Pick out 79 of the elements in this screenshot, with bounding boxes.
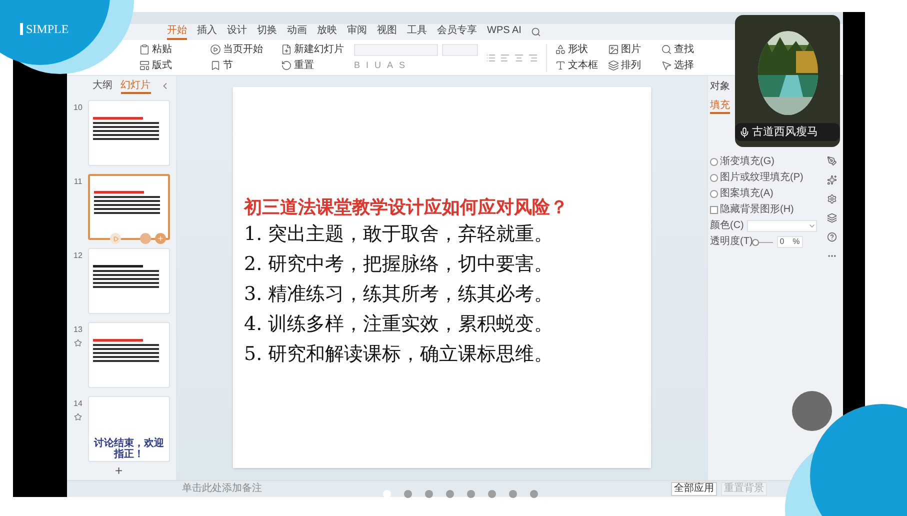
layout-icon [139,60,150,71]
play-icon[interactable] [110,233,121,244]
menu-tab[interactable]: 放映 [317,24,337,40]
ribbon-button[interactable]: 选择 [659,60,706,72]
hide-background-checkbox[interactable]: 隐藏背景图形(H) [710,204,817,216]
ribbon-button[interactable]: 粘贴 [137,44,204,56]
font-size-field[interactable] [442,44,478,56]
menu-tab[interactable]: 审阅 [347,24,367,40]
textbox-icon [555,60,566,71]
color-dropdown[interactable] [746,220,817,232]
panel-button[interactable]: 全部应用 [671,482,717,496]
slide-text-line: 1. 突出主题，敢于取舍，弃轻就重。 [244,222,554,247]
menu-tab[interactable]: 动画 [287,24,307,40]
ribbon-button[interactable]: 形状 [553,44,600,56]
menu-tab[interactable]: 会员专享 [437,24,477,40]
color-label: 颜色(C) [710,220,744,232]
microphone-icon [739,126,750,138]
new-icon [281,44,292,55]
slide-number: 12 [74,250,82,262]
help-icon[interactable] [827,232,837,242]
sparkle-icon[interactable] [827,175,837,185]
fill-radio[interactable]: 渐变填充(G) [710,156,817,168]
find-icon [661,44,672,55]
align-left-icon[interactable] [500,52,510,62]
ribbon-button[interactable]: 版式 [137,60,204,72]
section-icon [210,60,221,71]
slider-thumb[interactable] [752,238,759,246]
menu-tab[interactable]: WPS AI [487,24,522,40]
select-icon [661,60,672,71]
ribbon-button[interactable]: 排列 [606,60,653,72]
slide-number: 11 [74,176,82,188]
search-icon[interactable] [531,27,542,37]
slide-text-line: 3. 精准练习，练其所考，练其必考。 [244,282,554,307]
align-center-icon[interactable] [514,52,524,62]
image-icon [608,44,619,55]
opacity-label: 透明度(T) [710,236,753,248]
menu-tab[interactable]: 插入 [197,24,217,40]
participant-name: 古道西风瘦马 [735,123,840,141]
slide-number: 14 [74,398,82,410]
ribbon-button[interactable]: 节 [208,60,275,72]
chevron-down-icon [808,222,816,230]
arrange-icon [608,60,619,71]
slide-text-line: 4. 训练多样，注重实效，累积蜕变。 [244,312,554,337]
play-icon [210,44,221,55]
slide-text-line: 5. 研究和解读课标，确立课标思维。 [244,342,554,367]
ribbon-button[interactable]: 查找 [659,44,706,56]
pen-icon[interactable] [827,156,837,166]
slide-thumbnail[interactable]: 讨论结束，欢迎指正！ [88,396,170,462]
fill-radio[interactable]: 图片或纹理填充(P) [710,172,817,184]
ribbon-button[interactable]: 文本框 [553,60,600,72]
slide-number: 10 [74,102,82,114]
add-slide-button[interactable]: + [115,464,123,478]
reset-icon [281,60,292,71]
font-name-field[interactable] [354,44,438,56]
menu-tab[interactable]: 切换 [257,24,277,40]
ribbon-button[interactable]: 当页开始 [208,44,275,56]
shape-icon [555,44,566,55]
slide-title: 初三道法课堂教学设计应如何应对风险？ [244,196,569,219]
menu-tab[interactable]: 视图 [377,24,397,40]
ribbon-button[interactable]: 新建幻灯片 [279,44,346,56]
brand-label: SIMPLE [26,22,69,36]
opacity-field[interactable]: 0 % [776,236,803,248]
ribbon-button[interactable]: 图片 [606,44,653,56]
menu-tab[interactable]: 工具 [407,24,427,40]
ribbon-button[interactable]: 重置 [279,60,346,72]
panel-title: 对象 [710,80,731,94]
settings-icon[interactable] [827,194,837,204]
brand-bar-icon [20,23,23,35]
panel-tab[interactable]: 大纲 [92,78,112,94]
slide-text-line: 2. 研究中考，把握脉络，切中要害。 [244,252,554,277]
slide-number: 13 [74,324,82,336]
add-icon[interactable] [155,233,166,244]
thumbnail-caption: 讨论结束，欢迎指正！ [93,438,165,460]
list-icon[interactable] [486,52,496,62]
layers-icon[interactable] [827,213,837,223]
menu-tab[interactable]: 设计 [227,24,247,40]
paste-icon [139,44,150,55]
fill-radio[interactable]: 图案填充(A) [710,188,817,200]
align-right-icon[interactable] [528,52,538,62]
